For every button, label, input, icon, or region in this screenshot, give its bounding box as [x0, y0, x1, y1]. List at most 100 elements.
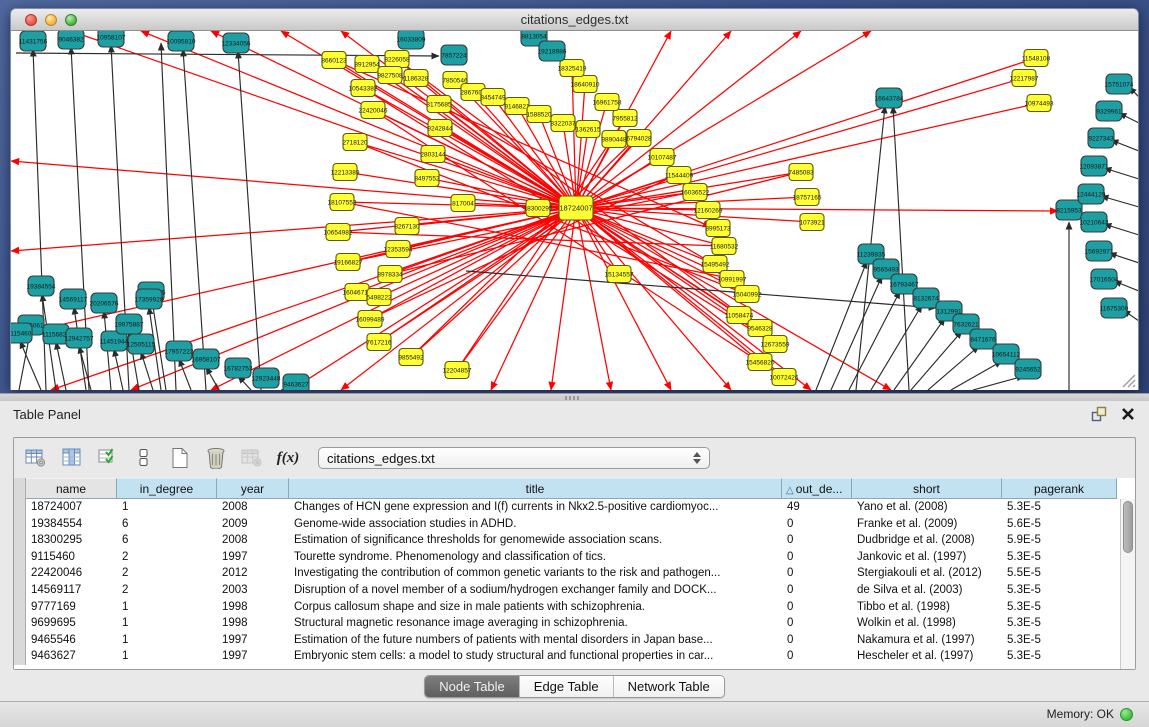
- graph-node[interactable]: [378, 67, 402, 84]
- table-cell[interactable]: 5.9E-5: [1002, 532, 1117, 549]
- graph-node[interactable]: [333, 164, 357, 181]
- graph-node[interactable]: [415, 170, 439, 187]
- table-cell[interactable]: Hescheler et al. (1997): [852, 648, 1002, 665]
- graph-node[interactable]: [399, 349, 423, 366]
- graph-node[interactable]: [58, 31, 84, 49]
- table-cell[interactable]: 0: [782, 565, 852, 582]
- trash-icon[interactable]: [204, 446, 228, 470]
- table-cell[interactable]: 5.3E-5: [1002, 499, 1117, 516]
- column-header-year[interactable]: year: [217, 478, 289, 499]
- new-document-icon[interactable]: [168, 446, 192, 470]
- graph-node[interactable]: [526, 200, 550, 217]
- graph-node[interactable]: [800, 214, 824, 231]
- graph-node[interactable]: [91, 293, 117, 313]
- graph-node[interactable]: [326, 224, 350, 241]
- minimize-window-icon[interactable]: [45, 14, 57, 26]
- column-header-pagerank[interactable]: pagerank: [1002, 478, 1117, 499]
- graph-node[interactable]: [712, 238, 736, 255]
- table-cell[interactable]: Changes of HCN gene expression and I(f) …: [289, 499, 782, 516]
- table-cell[interactable]: 6: [117, 532, 217, 549]
- graph-node[interactable]: [66, 328, 92, 348]
- graph-node[interactable]: [913, 288, 939, 308]
- graph-node[interactable]: [993, 344, 1019, 364]
- graph-node[interactable]: [560, 60, 584, 77]
- graph-node[interactable]: [505, 98, 529, 115]
- table-cell[interactable]: Tourette syndrome. Phenomenology and cla…: [289, 549, 782, 566]
- column-header-short[interactable]: short: [852, 478, 1002, 499]
- table-cell[interactable]: 0: [782, 615, 852, 632]
- graph-node[interactable]: [551, 115, 575, 132]
- table-source-selector[interactable]: citations_edges.txt: [318, 447, 710, 469]
- table-cell[interactable]: Estimation of the future numbers of pati…: [289, 632, 782, 649]
- table-row[interactable]: 946554611997Estimation of the future num…: [14, 632, 1120, 649]
- table-row[interactable]: 1830029562008Estimation of significance …: [14, 532, 1120, 549]
- graph-node[interactable]: [358, 311, 382, 328]
- table-row[interactable]: 1872400712008Changes of HCN gene express…: [14, 499, 1120, 516]
- table-cell[interactable]: Estimation of significance thresholds fo…: [289, 532, 782, 549]
- table-cell[interactable]: 2003: [217, 582, 289, 599]
- table-row[interactable]: 911546021997Tourette syndrome. Phenomeno…: [14, 549, 1120, 566]
- table-cell[interactable]: 9465546: [26, 632, 117, 649]
- window-titlebar[interactable]: citations_edges.txt: [11, 9, 1138, 31]
- graph-node[interactable]: [1101, 298, 1127, 318]
- table-cell[interactable]: 9777169: [26, 599, 117, 616]
- graph-node[interactable]: [336, 254, 360, 271]
- graph-node[interactable]: [576, 121, 600, 138]
- table-cell[interactable]: 6: [117, 516, 217, 533]
- table-cell[interactable]: Embryonic stem cells: a model to study s…: [289, 648, 782, 665]
- graph-node[interactable]: [1091, 269, 1117, 289]
- column-header-title[interactable]: title: [289, 478, 782, 499]
- table-cell[interactable]: 5.3E-5: [1002, 632, 1117, 649]
- graph-node[interactable]: [748, 354, 772, 371]
- close-window-icon[interactable]: [25, 14, 37, 26]
- graph-node[interactable]: [481, 89, 505, 106]
- graph-node[interactable]: [367, 334, 391, 351]
- table-cell[interactable]: 1998: [217, 599, 289, 616]
- table-cell[interactable]: 9463627: [26, 648, 117, 665]
- table-cell[interactable]: 18724007: [26, 499, 117, 516]
- graph-node[interactable]: [345, 284, 369, 301]
- graph-node[interactable]: [696, 202, 720, 219]
- table-cell[interactable]: 5.6E-5: [1002, 516, 1117, 533]
- graph-node[interactable]: [404, 70, 428, 87]
- graph-node[interactable]: [1056, 200, 1082, 220]
- table-cell[interactable]: 1997: [217, 632, 289, 649]
- table-cell[interactable]: 49: [782, 499, 852, 516]
- table-cell[interactable]: Disruption of a novel member of a sodium…: [289, 582, 782, 599]
- table-cell[interactable]: 9699695: [26, 615, 117, 632]
- graph-node[interactable]: [772, 369, 796, 386]
- table-row[interactable]: 977716911998Corpus callosum shape and si…: [14, 599, 1120, 616]
- table-cell[interactable]: 0: [782, 516, 852, 533]
- graph-node[interactable]: [378, 266, 402, 283]
- graph-node[interactable]: [650, 149, 674, 166]
- table-cell[interactable]: Nakamura et al. (1997): [852, 632, 1002, 649]
- table-cell[interactable]: 2: [117, 582, 217, 599]
- graph-node[interactable]: [428, 120, 452, 137]
- table-cell[interactable]: 1: [117, 648, 217, 665]
- select-rows-icon[interactable]: [96, 446, 120, 470]
- table-cell[interactable]: 2008: [217, 532, 289, 549]
- window-resize-grip[interactable]: [1120, 372, 1136, 388]
- graph-node[interactable]: [343, 134, 367, 151]
- zoom-window-icon[interactable]: [65, 14, 77, 26]
- table-cell[interactable]: 2012: [217, 565, 289, 582]
- table-cell[interactable]: Yano et al. (2008): [852, 499, 1002, 516]
- splitter-handle-icon[interactable]: [565, 396, 581, 400]
- graph-node[interactable]: [168, 31, 194, 51]
- graph-node[interactable]: [427, 96, 451, 113]
- table-cell[interactable]: 2008: [217, 499, 289, 516]
- graph-node[interactable]: [60, 289, 86, 309]
- graph-node[interactable]: [1106, 74, 1132, 94]
- table-cell[interactable]: Structural magnetic resonance image aver…: [289, 615, 782, 632]
- citation-network-graph[interactable]: 8660123891295482260589827508118632810543…: [11, 31, 1138, 390]
- graph-node[interactable]: [421, 146, 445, 163]
- column-header-in-degree[interactable]: in_degree: [117, 478, 217, 499]
- graph-node[interactable]: [128, 334, 154, 354]
- table-cell[interactable]: 1997: [217, 648, 289, 665]
- table-cell[interactable]: 1: [117, 632, 217, 649]
- function-builder-icon[interactable]: f(x): [276, 446, 300, 470]
- graph-node[interactable]: [1081, 212, 1107, 232]
- table-cell[interactable]: 5.3E-5: [1002, 648, 1117, 665]
- table-cell[interactable]: 1: [117, 499, 217, 516]
- graph-node[interactable]: [1012, 70, 1036, 87]
